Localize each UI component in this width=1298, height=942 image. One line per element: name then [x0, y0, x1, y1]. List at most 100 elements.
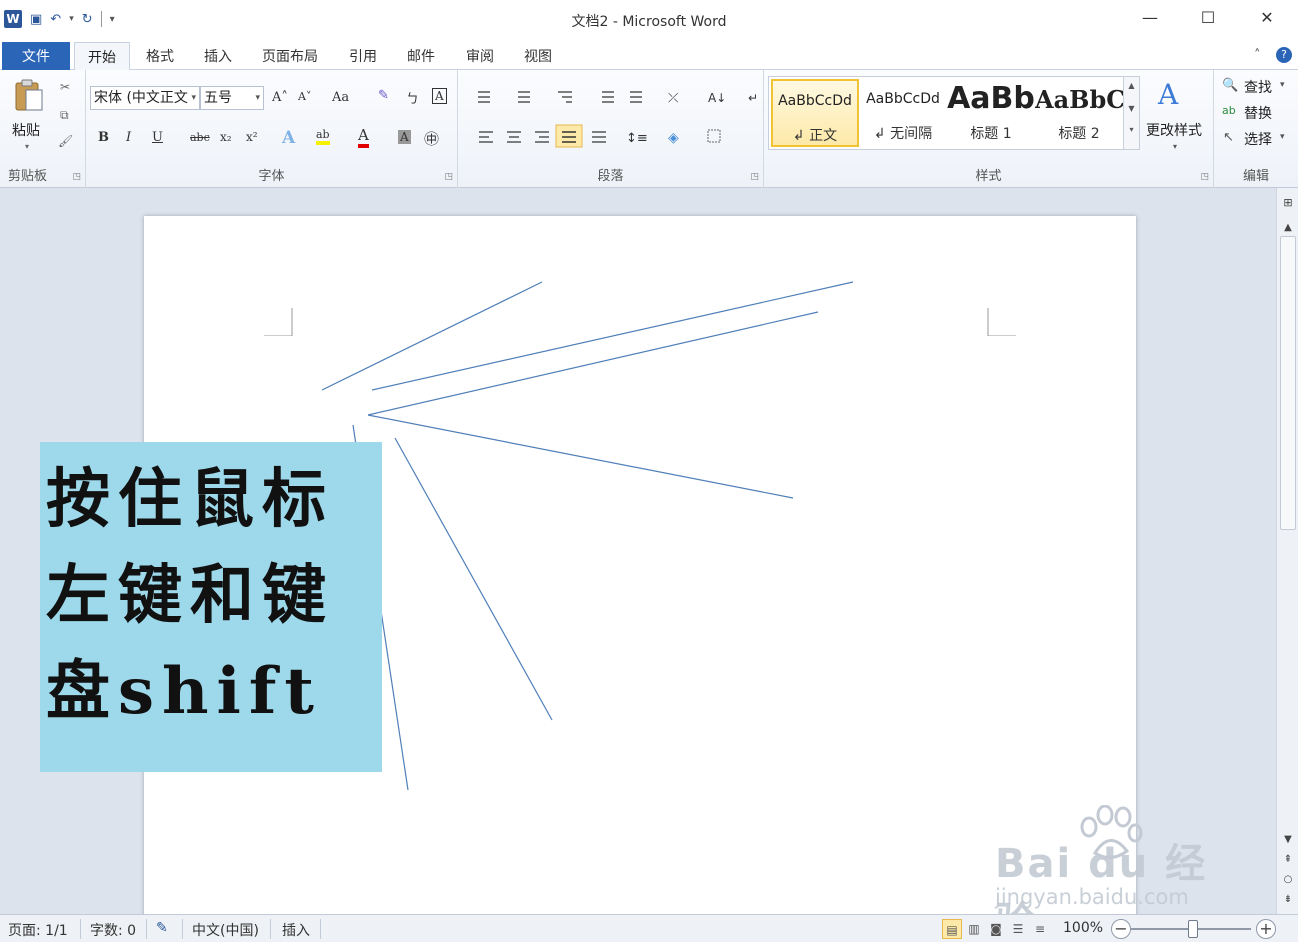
draft-view-icon[interactable]: ≡ [1030, 919, 1050, 939]
style-heading-1[interactable]: AaBb 标题 1 [947, 79, 1035, 147]
strikethrough-button[interactable]: abc [190, 131, 210, 144]
paragraph-toolbar-icons[interactable]: ⤫ A↓ ↵ ↕≡ ◈ [468, 84, 758, 174]
ruler-toggle-icon[interactable]: ⊞ [1277, 196, 1298, 209]
editing-group: 🔍 查找 ▾ ab 替换 ↖ 选择 ▾ 编辑 [1214, 70, 1298, 188]
styles-gallery-scroll[interactable]: ▲ ▼ ▾ [1123, 77, 1139, 149]
maximize-button[interactable]: ☐ [1198, 8, 1218, 27]
scrollbar-thumb[interactable] [1280, 236, 1296, 530]
replace-icon[interactable]: ab [1222, 104, 1236, 117]
select-button[interactable]: 选择 [1244, 129, 1272, 149]
phonetic-guide-button[interactable]: ㄅ [406, 88, 419, 107]
style-heading-2[interactable]: AaBbC 标题 2 [1035, 79, 1123, 147]
svg-text:A↓: A↓ [708, 91, 726, 105]
change-case-button[interactable]: Aa [332, 90, 349, 105]
styles-group-label: 样式 [975, 169, 1002, 184]
shrink-font-button[interactable]: A˅ [298, 90, 311, 103]
language-indicator[interactable]: 中文(中国) [192, 920, 259, 940]
paste-dropdown-icon[interactable]: ▾ [25, 142, 29, 151]
font-group: 宋体 (中文正文 ▾ 五号 ▾ A˄ A˅ Aa ✎ ㄅ A B I U abc… [86, 70, 458, 188]
instruction-callout: 按住鼠标 左键和键 盘shift [40, 442, 382, 772]
status-divider [320, 919, 321, 939]
font-size-value: 五号 [204, 90, 232, 106]
underline-button[interactable]: U [152, 130, 163, 145]
font-color-button[interactable]: A [358, 126, 369, 148]
style-preview: AaBb [947, 81, 1035, 116]
font-launcher-icon[interactable]: ◳ [444, 172, 453, 182]
tab-review[interactable]: 审阅 [466, 46, 494, 66]
format-painter-icon[interactable]: 🖌 [58, 134, 73, 148]
close-button[interactable]: ✕ [1257, 8, 1277, 27]
style-normal[interactable]: AaBbCcDd ↲ 正文 [771, 79, 859, 147]
replace-button[interactable]: 替换 [1244, 103, 1272, 123]
next-page-button[interactable]: ⇟ [1277, 894, 1298, 905]
zoom-slider-thumb[interactable] [1188, 920, 1198, 938]
change-styles-icon[interactable]: A [1158, 78, 1178, 111]
minimize-button[interactable]: — [1140, 8, 1160, 27]
tab-home[interactable]: 开始 [74, 42, 130, 71]
tab-page-layout[interactable]: 页面布局 [262, 46, 318, 66]
change-styles-label[interactable]: 更改样式 [1146, 120, 1202, 140]
vertical-scrollbar[interactable]: ⊞ ▲ ▼ ⇞ ○ ⇟ [1276, 188, 1298, 914]
help-icon[interactable]: ? [1276, 47, 1292, 63]
word-count[interactable]: 字数: 0 [90, 920, 136, 940]
character-shading-button[interactable]: A [398, 130, 411, 144]
page-count[interactable]: 页面: 1/1 [8, 920, 68, 940]
tab-insert[interactable]: 插入 [204, 46, 232, 66]
status-divider [182, 919, 183, 939]
styles-gallery: AaBbCcDd ↲ 正文 AaBbCcDd ↲ 无间隔 AaBb 标题 1 A… [768, 76, 1140, 150]
clipboard-launcher-icon[interactable]: ◳ [72, 172, 81, 182]
minimize-ribbon-icon[interactable]: ˄ [1254, 48, 1261, 63]
more-styles-icon[interactable]: ▾ [1124, 125, 1139, 134]
style-name: ↲ 无间隔 [873, 126, 933, 142]
find-icon[interactable]: 🔍 [1222, 78, 1238, 93]
text-effects-button[interactable]: A [282, 128, 295, 148]
change-styles-dropdown-icon[interactable]: ▾ [1173, 142, 1177, 151]
font-name-combo[interactable]: 宋体 (中文正文 ▾ [90, 86, 200, 110]
status-divider [270, 919, 271, 939]
superscript-button[interactable]: x² [246, 130, 258, 144]
browse-object-button[interactable]: ○ [1277, 874, 1298, 885]
callout-line: 盘shift [46, 654, 322, 729]
status-divider [80, 919, 81, 939]
chevron-up-icon[interactable]: ▲ [1124, 81, 1139, 90]
find-button[interactable]: 查找 [1244, 77, 1272, 97]
web-layout-view-icon[interactable]: ◙ [986, 919, 1006, 939]
highlight-button[interactable]: ab [316, 128, 330, 145]
paste-icon[interactable] [14, 78, 44, 112]
svg-text:⤫: ⤫ [668, 91, 679, 106]
zoom-in-button[interactable]: + [1256, 919, 1276, 939]
italic-button[interactable]: I [126, 130, 131, 145]
scroll-up-button[interactable]: ▲ [1277, 222, 1298, 233]
zoom-level[interactable]: 100% [1063, 920, 1103, 936]
print-layout-view-icon[interactable]: ▤ [942, 919, 962, 939]
style-no-spacing[interactable]: AaBbCcDd ↲ 无间隔 [859, 79, 947, 147]
full-screen-reading-view-icon[interactable]: ▥ [964, 919, 984, 939]
enclose-characters-button[interactable]: ㊥ [424, 128, 439, 149]
scroll-down-button[interactable]: ▼ [1277, 834, 1298, 845]
tab-file[interactable]: 文件 [2, 42, 70, 70]
tab-format[interactable]: 格式 [146, 46, 174, 66]
copy-icon[interactable]: ⧉ [60, 108, 69, 123]
tab-mailings[interactable]: 邮件 [407, 46, 435, 66]
font-size-combo[interactable]: 五号 ▾ [200, 86, 264, 110]
tab-references[interactable]: 引用 [349, 46, 377, 66]
proofing-icon[interactable]: ✎ [156, 920, 168, 936]
character-border-button[interactable]: A [432, 88, 447, 104]
styles-launcher-icon[interactable]: ◳ [1200, 172, 1209, 182]
paragraph-launcher-icon[interactable]: ◳ [750, 172, 759, 182]
grow-font-button[interactable]: A˄ [272, 90, 288, 105]
bold-button[interactable]: B [98, 130, 109, 145]
cut-icon[interactable]: ✂ [60, 80, 70, 94]
select-cursor-icon[interactable]: ↖ [1223, 130, 1234, 145]
zoom-out-button[interactable]: − [1111, 919, 1131, 939]
find-dropdown-icon[interactable]: ▾ [1280, 80, 1285, 90]
paste-button-label[interactable]: 粘贴 [12, 120, 40, 140]
subscript-button[interactable]: x₂ [220, 130, 232, 144]
chevron-down-icon[interactable]: ▼ [1124, 104, 1139, 113]
outline-view-icon[interactable]: ☰ [1008, 919, 1028, 939]
tab-view[interactable]: 视图 [524, 46, 552, 66]
clear-formatting-button[interactable]: ✎ [378, 88, 389, 103]
select-dropdown-icon[interactable]: ▾ [1280, 132, 1285, 142]
insert-mode-indicator[interactable]: 插入 [282, 920, 310, 940]
previous-page-button[interactable]: ⇞ [1277, 854, 1298, 865]
